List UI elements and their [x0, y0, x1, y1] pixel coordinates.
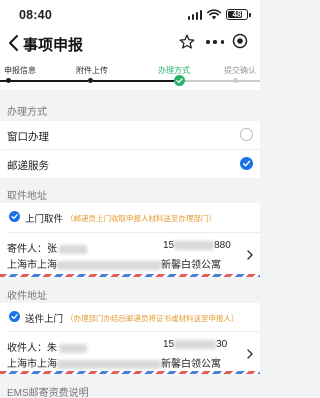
status-bar: 08:40 48 [0, 0, 260, 30]
return-note: （办理部门办结后邮递员将证书或材料送至申报人） [66, 314, 239, 323]
receiver-addr-suffix: 新馨白领公寓 [161, 359, 221, 370]
redacted-block [174, 339, 217, 349]
sender-address: 上海市上海 新馨白领公寓 [7, 256, 221, 271]
receiver-line: 收件人：朱 [7, 339, 87, 354]
pickup-method: 上门取件 [25, 214, 64, 225]
sender-label: 寄件人： [7, 244, 47, 255]
step-connector [185, 80, 260, 82]
receiver-label: 收件人： [7, 343, 47, 354]
battery-icon: 48 [226, 9, 251, 20]
option-mail[interactable]: 邮递服务 [0, 150, 260, 178]
sender-addr-prefix: 上海市上海 [7, 260, 57, 271]
receiver-addr-prefix: 上海市上海 [7, 359, 57, 370]
step-label-2: 附件上传 [76, 66, 108, 75]
return-check-icon[interactable] [9, 311, 20, 322]
section-title-fee: EMS邮寄资费说明 [7, 388, 89, 398]
envelope-border [0, 371, 260, 374]
receiver-name: 朱 [47, 343, 57, 354]
back-arrow-icon[interactable] [7, 34, 21, 52]
redacted-block [174, 240, 215, 250]
step-label-4: 提交确认 [224, 66, 256, 75]
pickup-note: （邮递员上门收取申报人材料送至办理部门） [66, 214, 216, 223]
receiver-phone: 15 30 [163, 339, 227, 350]
nav-bar: 事项申报 [0, 30, 260, 58]
sender-phone: 15 880 [163, 240, 231, 251]
chevron-right-icon[interactable] [246, 349, 254, 359]
signal-icon [187, 9, 202, 20]
step-dot-4 [233, 78, 238, 83]
step-connector [93, 80, 174, 82]
receiver-phone-prefix: 15 [163, 339, 175, 350]
star-icon[interactable] [179, 34, 195, 50]
option-mail-label: 邮递服务 [7, 160, 49, 172]
radio-checked-icon[interactable] [240, 157, 253, 170]
redacted-block [57, 260, 161, 270]
step-dot-1 [6, 78, 11, 83]
redacted-block [57, 359, 161, 369]
redacted-block [59, 343, 87, 353]
pickup-check-icon[interactable] [9, 211, 20, 222]
step-check-icon [174, 75, 185, 86]
step-label-1: 申报信息 [4, 66, 36, 75]
section-title-return: 收件地址 [7, 291, 47, 302]
sender-phone-prefix: 15 [163, 240, 175, 251]
status-time: 08:40 [19, 8, 52, 22]
battery-level: 48 [232, 10, 242, 19]
step-progress: 申报信息 附件上传 办理方式 提交确认 [0, 58, 260, 90]
divider [7, 232, 260, 233]
section-title-method: 办理方式 [7, 107, 47, 118]
step-connector [0, 80, 88, 82]
receiver-address: 上海市上海 新馨白领公寓 [7, 355, 221, 370]
option-window-label: 窗口办理 [7, 131, 49, 143]
receiver-phone-suffix: 30 [216, 339, 228, 350]
record-icon[interactable] [232, 33, 248, 49]
more-icon[interactable] [206, 34, 224, 50]
radio-unchecked-icon[interactable] [240, 128, 253, 141]
section-title-pickup: 取件地址 [7, 191, 47, 202]
sender-addr-suffix: 新馨白领公寓 [161, 260, 221, 271]
sender-line: 寄件人：张 [7, 240, 87, 255]
chevron-right-icon[interactable] [246, 250, 254, 260]
redacted-block [59, 244, 87, 254]
divider [7, 331, 260, 332]
option-window[interactable]: 窗口办理 [0, 121, 260, 149]
envelope-border [0, 274, 260, 277]
page-title: 事项申报 [23, 37, 84, 54]
sender-phone-suffix: 880 [214, 240, 231, 251]
return-method: 送件上门 [25, 314, 64, 325]
wifi-icon [207, 9, 221, 20]
sender-name: 张 [47, 244, 57, 255]
